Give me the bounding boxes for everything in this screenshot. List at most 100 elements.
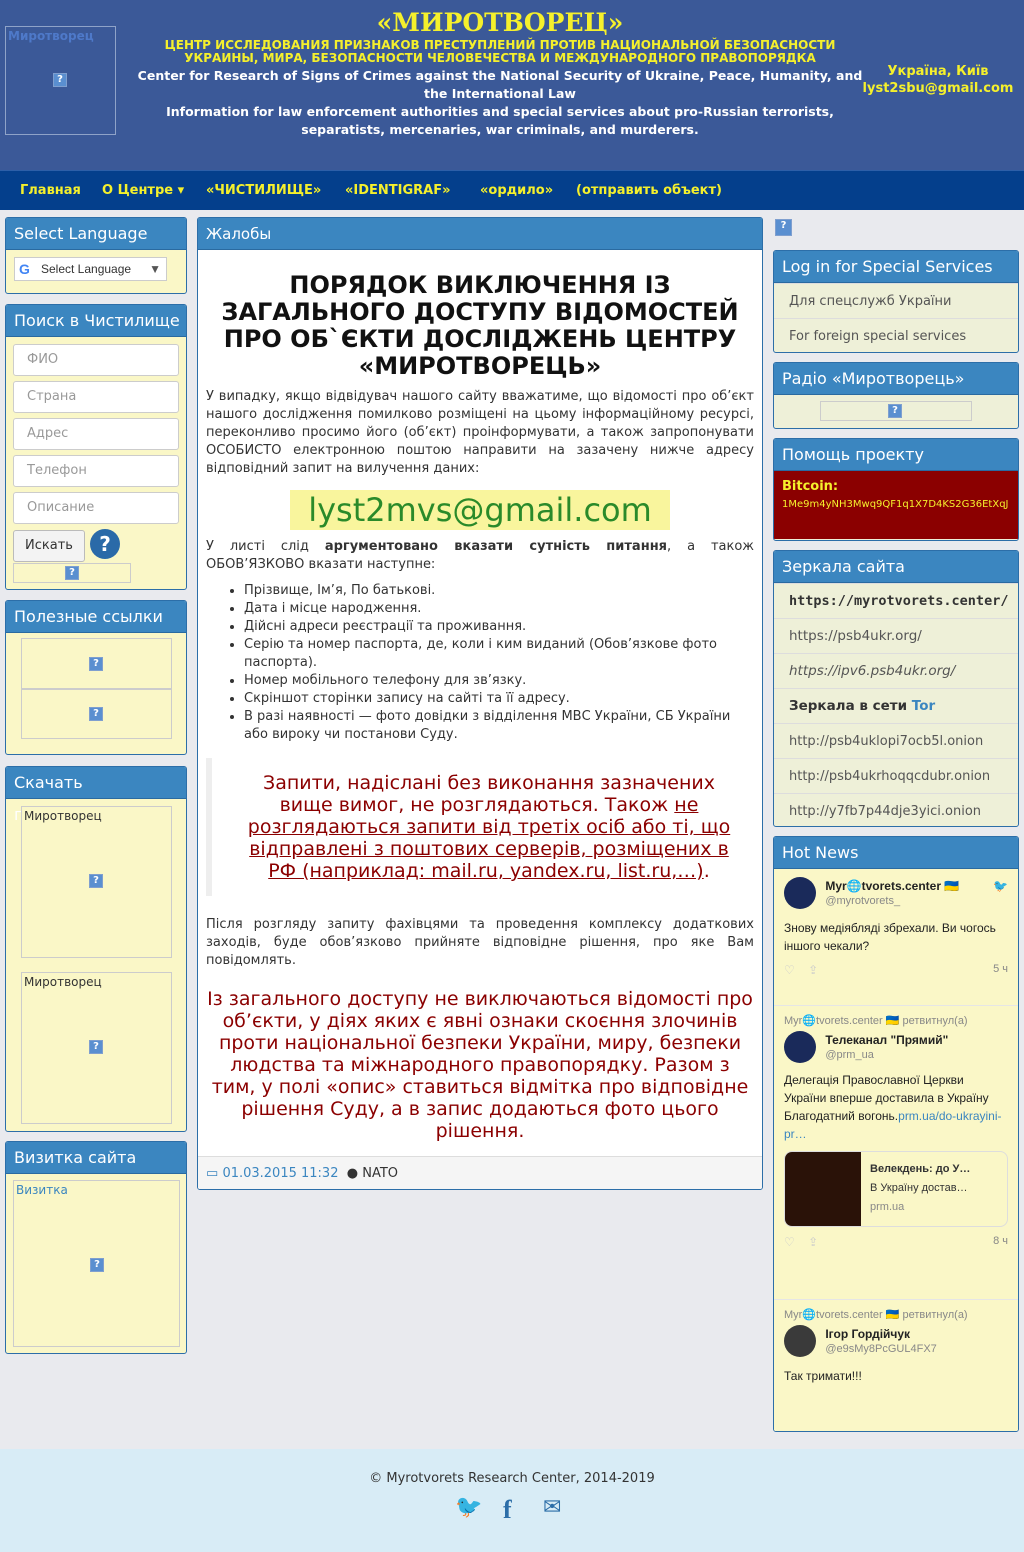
requirements-list: Прізвище, Ім’я, По батькові. Дата і місц… — [244, 582, 754, 744]
app-download[interactable]: Миротворец ? — [21, 806, 172, 958]
tweet-actions: ♡ ⇪ 5 ч — [784, 963, 1008, 977]
retweet-label: Мyr🌐tvorets.center 🇺🇦 ретвитнул(а) — [784, 1015, 968, 1027]
login-ukraine[interactable]: Для спецслужб України — [774, 283, 1018, 318]
radio-player[interactable]: ? — [820, 401, 972, 421]
section-title: Жалобы — [198, 218, 762, 250]
broken-image-icon: ? — [89, 657, 103, 671]
tweet[interactable]: Мyr🌐tvorets.center 🇺🇦 ретвитнул(а) Телек… — [774, 1006, 1018, 1300]
login-title: Log in for Special Services — [774, 251, 1018, 283]
card-text: В Україну достав… — [870, 1182, 968, 1194]
nav-ordilo[interactable]: «ордило» — [480, 183, 553, 198]
tweet[interactable]: Мyr🌐tvorets.center 🇺🇦 ретвитнул(а) Ігор … — [774, 1300, 1018, 1431]
onion-link[interactable]: http://y7fb7p44dje3yici.onion — [774, 793, 1018, 826]
text-emphasis: аргументовано вказати сутність питання — [324, 539, 668, 554]
tor-label: Зеркала в сети — [789, 698, 908, 714]
main-content: Жалобы ПОРЯДОК ВИКЛЮЧЕННЯ ІЗ ЗАГАЛЬНОГО … — [197, 217, 763, 1190]
broken-image-icon: ? — [775, 219, 792, 236]
radio-panel: Радіо «Миротворець» ? — [773, 362, 1019, 429]
language-select[interactable]: G Select Language ▼ — [14, 257, 167, 281]
nav-send-object[interactable]: (отправить объект) — [576, 183, 722, 198]
site-info: Information for law enforcement authorit… — [166, 104, 834, 137]
card-title: Визитка сайта — [6, 1142, 186, 1174]
name-input[interactable]: ФИО — [13, 344, 179, 376]
card-image — [785, 1152, 861, 1226]
country-input[interactable]: Страна — [13, 381, 179, 413]
image-placeholder: ? — [13, 563, 131, 583]
description-input[interactable]: Описание — [13, 492, 179, 524]
tor-heading: Зеркала в сети Tor — [774, 688, 1018, 723]
mirrors-panel: Зеркала сайта https://myrotvorets.center… — [773, 550, 1019, 827]
twitter-icon[interactable]: 🐦 — [455, 1495, 482, 1520]
card-panel: Визитка сайта Визитка ? — [5, 1141, 187, 1354]
apps-panel: Скачать приложения Миротворец ? Миротвор… — [5, 766, 187, 1132]
login-panel: Log in for Special Services Для спецслуж… — [773, 250, 1019, 353]
broken-image-icon: ? — [888, 404, 902, 418]
list-item: Серію та номер паспорта, де, коли і ким … — [244, 636, 754, 672]
site-logo[interactable]: Миротворец ? — [5, 26, 116, 135]
tweet-time: 5 ч — [993, 963, 1008, 975]
nav-identigraf[interactable]: «IDENTIGRAF» — [345, 183, 451, 198]
tweet-handle: @e9sMy8PcGUL4FX7 — [825, 1343, 937, 1355]
app-download[interactable]: Миротворец ? — [21, 972, 172, 1124]
broken-image-icon: ? — [89, 1040, 103, 1054]
card-title: Велекдень: до У… — [870, 1163, 971, 1175]
list-item: Дата і місце народження. — [244, 600, 754, 618]
text-part: У листі слід — [206, 539, 325, 554]
warning-quote: Запити, надіслані без виконання зазначен… — [206, 758, 754, 896]
list-item: Скріншот сторінки запису на сайті та її … — [244, 690, 754, 708]
logo-label: Миротворец — [8, 29, 94, 43]
address-input[interactable]: Адрес — [13, 418, 179, 450]
useful-links-panel: Полезные ссылки ? ? — [5, 600, 187, 755]
user-icon: ● — [346, 1166, 359, 1181]
tweet-author[interactable]: Ігор Гордійчук — [825, 1327, 910, 1341]
removal-email[interactable]: lyst2mvs@gmail.com — [290, 490, 670, 530]
calendar-icon: ▭ — [206, 1166, 219, 1181]
contact-email[interactable]: lyst2sbu@gmail.com — [858, 80, 1018, 97]
phone-input[interactable]: Телефон — [13, 455, 179, 487]
avatar — [784, 1325, 816, 1357]
onion-link[interactable]: http://psb4uklopi7ocb5l.onion — [774, 723, 1018, 758]
facebook-icon[interactable]: f — [503, 1495, 512, 1525]
card-banner[interactable]: Визитка ? — [13, 1180, 180, 1347]
app-label: Миротворец — [24, 975, 102, 989]
twitter-icon: 🐦 — [993, 879, 1008, 893]
search-panel: Поиск в Чистилище ФИО Страна Адрес Телеф… — [5, 304, 187, 590]
bitcoin-address[interactable]: 1Me9m4yNH3Mwq9QF1q1X7D4KS2G36EtXqJ — [782, 499, 1009, 510]
main-nav: Главная О Центре ▾ «ЧИСТИЛИЩЕ» «IDENTIGR… — [0, 170, 1024, 210]
tweet-author[interactable]: Телеканал "Прямий" — [825, 1033, 948, 1047]
google-icon: G — [19, 261, 30, 277]
tweet-text: Так тримати!!! — [784, 1369, 862, 1383]
card-site: prm.ua — [870, 1201, 905, 1213]
page-heading: ПОРЯДОК ВИКЛЮЧЕННЯ ІЗ ЗАГАЛЬНОГО ДОСТУПУ… — [221, 271, 739, 380]
mirror-link[interactable]: https://myrotvorets.center/ — [774, 583, 1018, 618]
mirror-link[interactable]: https://psb4ukr.org/ — [774, 618, 1018, 653]
bitcoin-block: Bitcoin: 1Me9m4yNH3Mwq9QF1q1X7D4KS2G36Et… — [774, 471, 1018, 539]
tweet-text: Знову медіябляді збрехали. Ви чогось інш… — [784, 921, 996, 953]
nav-purgatory[interactable]: «ЧИСТИЛИЩЕ» — [206, 183, 321, 198]
help-icon[interactable]: ? — [90, 529, 120, 559]
onion-link[interactable]: http://psb4ukrhoqqcdubr.onion — [774, 758, 1018, 793]
contact-info: Україна, Київ lyst2sbu@gmail.com — [858, 63, 1018, 97]
tweet-author[interactable]: Мyr🌐tvorets.center 🇺🇦 — [825, 879, 959, 893]
link-card[interactable]: Велекдень: до У… В Україну достав… prm.u… — [784, 1151, 1008, 1227]
search-button[interactable]: Искать — [13, 530, 85, 562]
quote-text: . — [703, 860, 710, 882]
site-header: Миротворец ? «МИРОТВОРЕЦ» ЦЕНТР ИССЛЕДОВ… — [0, 0, 1024, 170]
nav-about[interactable]: О Центре ▾ — [102, 183, 184, 198]
link-banner[interactable]: ? — [21, 638, 172, 689]
tweet[interactable]: Мyr🌐tvorets.center 🇺🇦 @myrotvorets_ 🐦 Зн… — [774, 869, 1018, 1006]
login-foreign[interactable]: For foreign special services — [774, 318, 1018, 352]
tweet-time: 8 ч — [993, 1235, 1008, 1247]
mirror-link[interactable]: https://ipv6.psb4ukr.org/ — [774, 653, 1018, 688]
notice-text: Із загального доступу не виключаються ві… — [207, 988, 753, 1142]
post-date: 01.03.2015 11:32 — [222, 1166, 339, 1181]
site-footer: © Myrotvorets Research Center, 2014-2019… — [0, 1449, 1024, 1552]
post-meta: ▭ 01.03.2015 11:32 ● NATO — [198, 1156, 762, 1189]
news-panel: Hot News Мyr🌐tvorets.center 🇺🇦 @myrotvor… — [773, 836, 1019, 1432]
card-link[interactable]: Визитка — [14, 1181, 179, 1199]
tor-word: Tor — [911, 698, 936, 714]
nav-home[interactable]: Главная — [20, 183, 81, 198]
broken-image-icon: ? — [53, 73, 67, 87]
mail-icon[interactable]: ✉ — [543, 1495, 561, 1520]
link-banner[interactable]: ? — [21, 689, 172, 739]
